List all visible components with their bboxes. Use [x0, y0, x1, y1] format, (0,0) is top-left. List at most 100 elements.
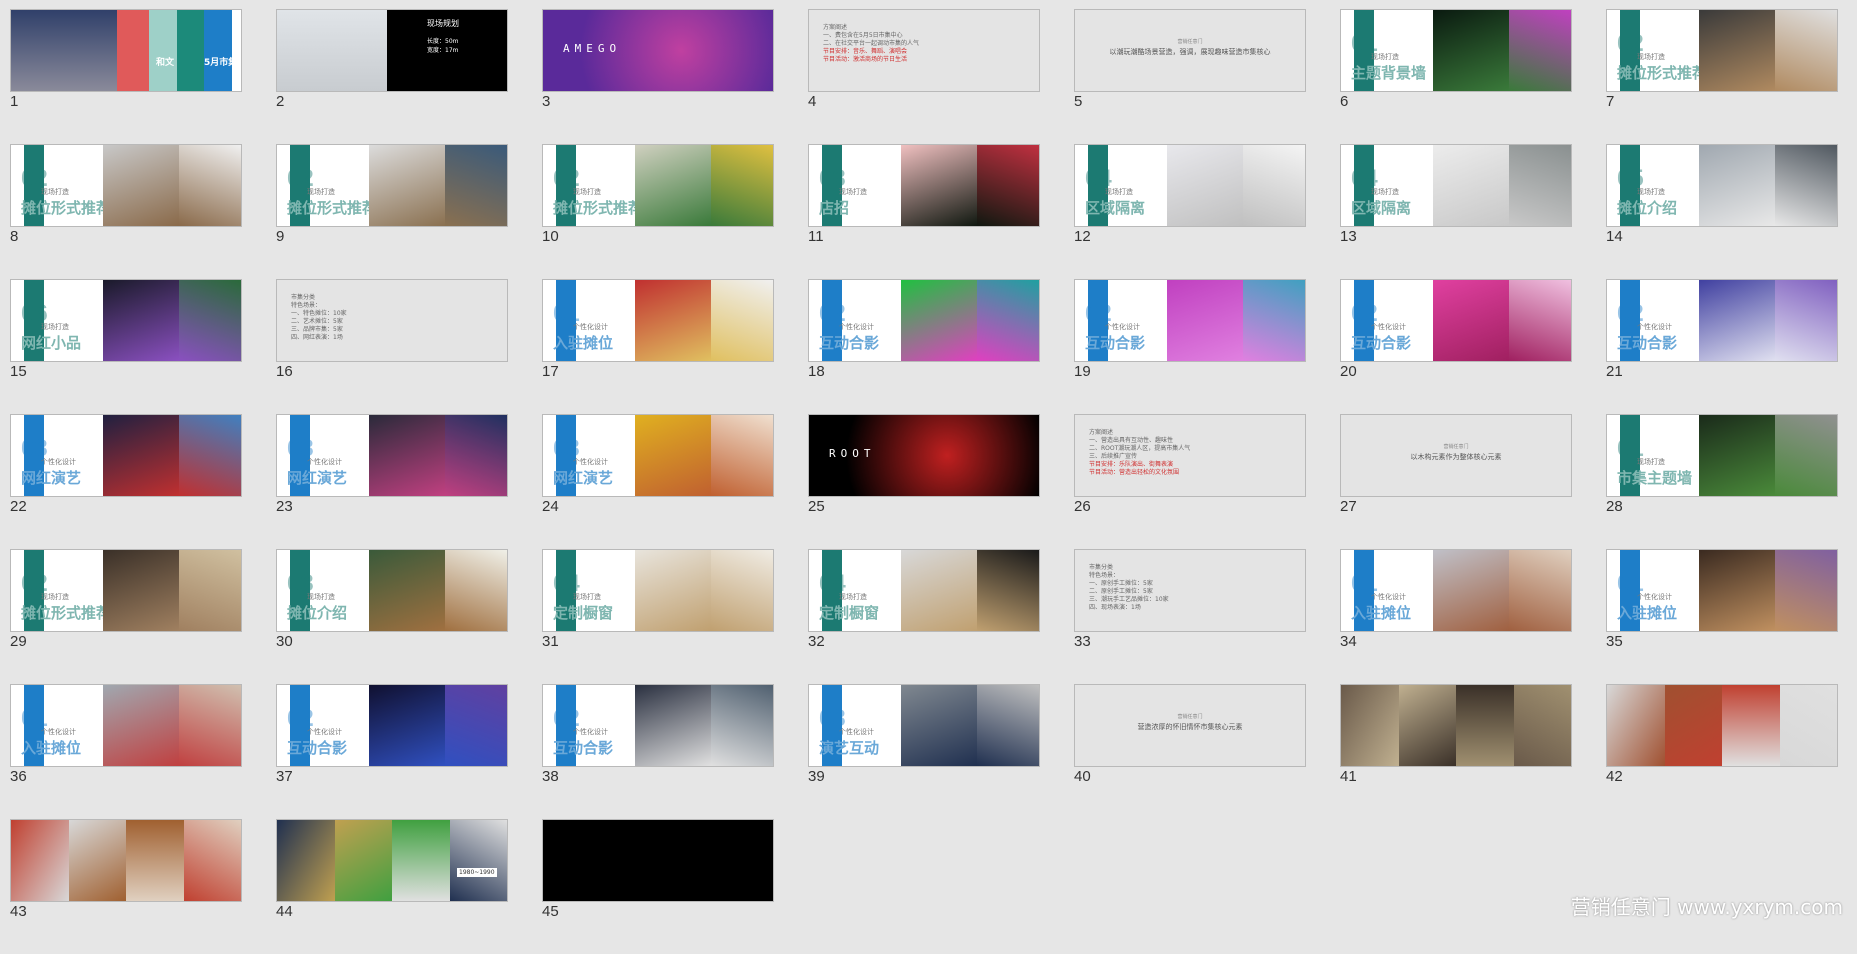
slide-cell: 方案阐述 一、营造出具有互动性、趣味性 二、ROOT潮玩潮人区，提高市集人气 三、后续…: [1074, 414, 1306, 549]
slide-thumbnail[interactable]: 营销任意门 以木构元素作为整体核心元素: [1340, 414, 1572, 497]
document-text-line: 节目活动：营造出轻松的文化氛围: [1089, 469, 1180, 476]
slide-thumbnail[interactable]: 03 个性化设计 网红演艺: [10, 414, 242, 497]
slide-number: 33: [1074, 633, 1091, 650]
section-subtitle: 现场打造: [307, 188, 335, 196]
section-title: 网红演艺: [21, 469, 82, 487]
slide-photo: [126, 820, 184, 901]
slide-cell: 02 个性化设计 互动合影 37: [276, 684, 508, 819]
slide-photo: [68, 820, 126, 901]
section-subtitle: 个性化设计: [307, 728, 342, 736]
slide-number: 32: [808, 633, 825, 650]
slide-thumbnail[interactable]: 方案阐述 一、营造出具有互动性、趣味性 二、ROOT潮玩潮人区，提高市集人气 三、后续…: [1074, 414, 1306, 497]
slide-cell: 03 个性化设计 演艺互动 39: [808, 684, 1040, 819]
slide-number: 35: [1606, 633, 1623, 650]
slide-thumbnail[interactable]: 01 现场打造 市集主题墙: [1606, 414, 1838, 497]
slide-photo: [1699, 415, 1775, 496]
slide-thumbnail[interactable]: 03 个性化设计 网红演艺: [542, 414, 774, 497]
slide-number: 11: [808, 228, 824, 245]
slide-cell: 02 现场打造 摊位形式推荐 29: [10, 549, 242, 684]
section-title: 摊位形式推荐: [21, 604, 112, 622]
section-title: 入驻摊位: [1351, 604, 1412, 622]
slide-photo: [635, 550, 711, 631]
slide-thumbnail[interactable]: 02 个性化设计 互动合影: [1340, 279, 1572, 362]
slide-thumbnail[interactable]: 06 现场打造 网红小品: [10, 279, 242, 362]
slide-thumbnail[interactable]: [1340, 684, 1572, 767]
slide-photo: [1456, 685, 1514, 766]
slide-photo: [178, 415, 241, 496]
slide-number: 6: [1340, 93, 1349, 110]
slide-photo: [635, 145, 711, 226]
slide-thumbnail[interactable]: 04 现场打造 定制橱窗: [808, 549, 1040, 632]
slide-thumbnail[interactable]: 现场规划 长度：50m 宽度：17m: [276, 9, 508, 92]
slide-thumbnail[interactable]: 02 个性化设计 互动合影: [542, 684, 774, 767]
slide-cell: 04 现场打造 区域隔离 12: [1074, 144, 1306, 279]
slide-thumbnail[interactable]: 03 个性化设计 网红演艺: [276, 414, 508, 497]
slide-cell: 和文 5月市集 1: [10, 9, 242, 144]
section-subtitle: 个性化设计: [1371, 323, 1406, 331]
section-subtitle: 现场打造: [1637, 53, 1665, 61]
slide-thumbnail[interactable]: 01 个性化设计 入驻摊位: [10, 684, 242, 767]
slide-thumbnail[interactable]: 03 个性化设计 演艺互动: [808, 684, 1040, 767]
section-title: 摊位介绍: [1617, 199, 1678, 217]
slide-thumbnail[interactable]: 1980~1990: [276, 819, 508, 902]
slide-photo: [635, 415, 711, 496]
slide-thumbnail[interactable]: 01 个性化设计 入驻摊位: [542, 279, 774, 362]
slide-thumbnail[interactable]: 营销任意门 以潮玩潮酷场景营造，强调，展现趣味营造市集核心: [1074, 9, 1306, 92]
slide-thumbnail[interactable]: 02 现场打造 摊位形式推荐: [542, 144, 774, 227]
slide-thumbnail[interactable]: 05 现场打造 摊位介绍: [1606, 144, 1838, 227]
document-text-line: 四、网红表演：1场: [291, 334, 343, 341]
slide-cell: 02 现场打造 摊位形式推荐 8: [10, 144, 242, 279]
slide-thumbnail[interactable]: 01 个性化设计 入驻摊位: [1340, 549, 1572, 632]
slide-thumbnail[interactable]: 03 现场打造 店招: [808, 144, 1040, 227]
slide-thumbnail[interactable]: 02 现场打造 摊位形式推荐: [10, 144, 242, 227]
slide-thumbnail[interactable]: 02 现场打造 摊位形式推荐: [10, 549, 242, 632]
slide-photo: [1664, 685, 1722, 766]
slide-thumbnail[interactable]: 02 个性化设计 互动合影: [808, 279, 1040, 362]
slide-number: 37: [276, 768, 293, 785]
slide-thumbnail[interactable]: 02 个性化设计 互动合影: [276, 684, 508, 767]
slide-number: 41: [1340, 768, 1357, 785]
slide-thumbnail[interactable]: 02 现场打造 摊位形式推荐: [1606, 9, 1838, 92]
slide-text-line: 长度：50m: [427, 38, 459, 45]
section-title: 摊位形式推荐: [21, 199, 112, 217]
slide-thumbnail[interactable]: [1606, 684, 1838, 767]
slide-photo: [369, 550, 445, 631]
watermark: 营销任意门 www.yxrym.com: [1570, 895, 1843, 919]
slide-thumbnail[interactable]: 市集分类 特色场景： 一、原创手工摊位：5家 二、原创手工摊位：5家 三、潮玩手工艺品摊…: [1074, 549, 1306, 632]
section-title: 互动合影: [553, 739, 614, 757]
slide-cell: 02 个性化设计 互动合影 21: [1606, 279, 1838, 414]
slide-thumbnail[interactable]: 03 现场打造 摊位介绍: [276, 549, 508, 632]
slide-cell: 01 个性化设计 入驻摊位 34: [1340, 549, 1572, 684]
slide-thumbnail[interactable]: [10, 819, 242, 902]
slide-cell: 02 个性化设计 互动合影 38: [542, 684, 774, 819]
slide-cell: 01 个性化设计 入驻摊位 17: [542, 279, 774, 414]
slide-thumbnail[interactable]: 02 个性化设计 互动合影: [1606, 279, 1838, 362]
slide-thumbnail[interactable]: AMEGO: [542, 9, 774, 92]
cover-title: 和文: [156, 58, 175, 68]
slide-photo: [103, 145, 179, 226]
slide-thumbnail[interactable]: 方案阐述 一、费包含在5月5日市集中心 二、在社交平台一起调动市集的人气 节目安排：音…: [808, 9, 1040, 92]
slide-thumbnail[interactable]: 04 现场打造 区域隔离: [1074, 144, 1306, 227]
slide-number: 43: [10, 903, 27, 920]
slide-thumbnail[interactable]: 02 个性化设计 互动合影: [1074, 279, 1306, 362]
slide-number: 9: [276, 228, 285, 245]
slide-photo: [1242, 145, 1305, 226]
slide-photo: [11, 820, 69, 901]
slide-number: 45: [542, 903, 559, 920]
slide-thumbnail[interactable]: 01 现场打造 主题背景墙: [1340, 9, 1572, 92]
slide-number: 18: [808, 363, 825, 380]
slide-thumbnail[interactable]: [542, 819, 774, 902]
slide-thumbnail[interactable]: 和文 5月市集: [10, 9, 242, 92]
slide-number: 21: [1606, 363, 1623, 380]
slide-thumbnail[interactable]: 01 个性化设计 入驻摊位: [1606, 549, 1838, 632]
slide-thumbnail[interactable]: ROOT: [808, 414, 1040, 497]
slide-thumbnail[interactable]: 营销任意门 营造浓厚的怀旧情怀市集核心元素: [1074, 684, 1306, 767]
slide-thumbnail[interactable]: 市集分类 特色场景： 一、特色摊位：10家 二、艺术摊位：5家 三、品牌市集：5家 四、网…: [276, 279, 508, 362]
slide-thumbnail[interactable]: 02 现场打造 摊位形式推荐: [276, 144, 508, 227]
slide-thumbnail[interactable]: 04 现场打造 定制橱窗: [542, 549, 774, 632]
slide-photo: [710, 685, 773, 766]
slide-cell: 02 个性化设计 互动合影 18: [808, 279, 1040, 414]
slide-thumbnail[interactable]: 04 现场打造 区域隔离: [1340, 144, 1572, 227]
slide-cell: 01 现场打造 主题背景墙 6: [1340, 9, 1572, 144]
slide-cell: 现场规划 长度：50m 宽度：17m 2: [276, 9, 508, 144]
